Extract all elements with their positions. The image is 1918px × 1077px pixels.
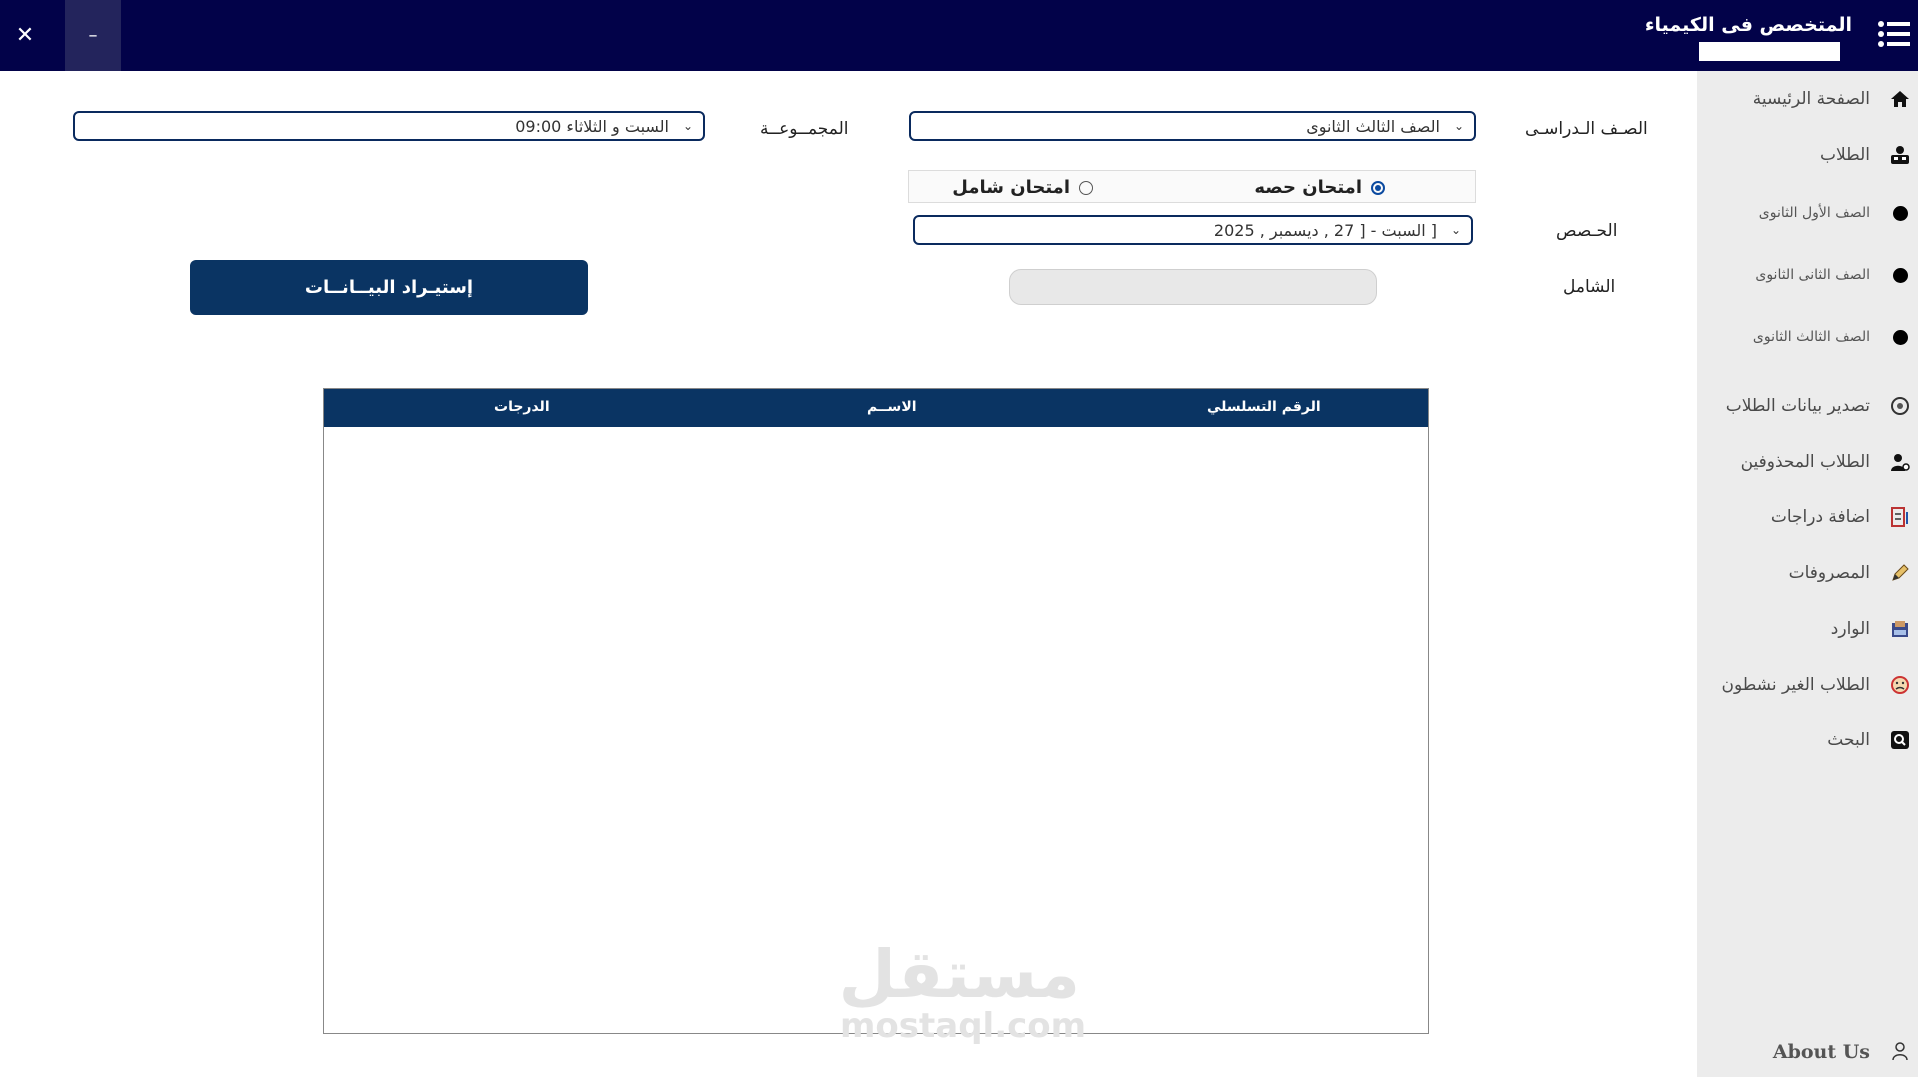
column-header-serial[interactable]: الرقم التسلسلي: [1207, 399, 1321, 415]
sidebar-item-expenses[interactable]: المصروفات: [1697, 553, 1918, 593]
sidebar-item-income[interactable]: الوارد: [1697, 609, 1918, 649]
bullet-icon: [1888, 201, 1912, 225]
sidebar-item-label: اضافة دراجات: [1770, 507, 1870, 527]
minimize-button[interactable]: –: [65, 0, 121, 71]
sidebar-item-home[interactable]: الصفحة الرئيسية: [1697, 79, 1918, 119]
menu-icon[interactable]: [1876, 16, 1912, 52]
sessions-label: الحـصص: [1556, 221, 1618, 241]
group-select[interactable]: ⌄ السبت و الثلاثاء 09:00: [73, 111, 705, 141]
sidebar-item-label: الصف الثانى الثانوى: [1755, 267, 1870, 283]
sidebar-item-label: تصدير بيانات الطلاب: [1725, 396, 1870, 416]
home-icon: [1888, 87, 1912, 111]
search-icon: [1888, 728, 1912, 752]
sidebar-item-label: البحث: [1827, 730, 1870, 750]
inbox-icon: [1888, 617, 1912, 641]
sidebar-item-export[interactable]: تصدير بيانات الطلاب: [1697, 386, 1918, 426]
sidebar-item-grade-3[interactable]: الصف الثالث الثانوى: [1697, 317, 1918, 357]
sidebar-item-label: الوارد: [1830, 619, 1870, 639]
chevron-down-icon: ⌄: [682, 119, 693, 133]
sessions-select-value: [ السبت - [ 27 , ديسمبر , 2025: [1213, 221, 1437, 240]
sidebar-item-grade-2[interactable]: الصف الثانى الثانوى: [1697, 255, 1918, 295]
sidebar-item-search[interactable]: البحث: [1697, 720, 1918, 760]
pencil-icon: [1888, 561, 1912, 585]
sidebar-item-label: About Us: [1772, 1041, 1870, 1063]
bullet-icon: [1888, 263, 1912, 287]
title-bar: ✕ – المتخصص فى الكيمياء: [0, 0, 1918, 71]
radio-selected-icon: [1371, 180, 1385, 195]
sidebar-item-students[interactable]: الطلاب: [1697, 135, 1918, 175]
group-select-value: السبت و الثلاثاء 09:00: [515, 117, 669, 136]
comprehensive-field[interactable]: [1009, 269, 1377, 305]
sidebar-item-label: الصفحة الرئيسية: [1752, 89, 1870, 109]
export-icon: [1888, 394, 1912, 418]
exam-type-group: امتحان حصه امتحان شامل: [908, 170, 1476, 203]
sidebar-item-add-grades[interactable]: اضافة دراجات: [1697, 497, 1918, 537]
exam-type-comprehensive-radio[interactable]: امتحان شامل: [952, 177, 1093, 198]
grade-label: الصـف الـدراسـى: [1525, 119, 1648, 139]
sidebar-item-grade-1[interactable]: الصف الأول الثانوى: [1697, 193, 1918, 233]
import-data-button[interactable]: إستيـراد البيــانــات: [190, 260, 588, 315]
inactive-icon: [1888, 673, 1912, 697]
comprehensive-label: الشامل: [1563, 277, 1616, 297]
radio-unselected-icon: [1079, 180, 1093, 195]
sidebar-item-about[interactable]: About Us: [1697, 1031, 1918, 1071]
grades-table[interactable]: الرقم التسلسلي الاســم الدرجات: [323, 388, 1429, 1034]
sidebar-item-label: الطلاب المحذوفين: [1740, 452, 1870, 472]
sidebar-item-label: الصف الثالث الثانوى: [1752, 329, 1870, 345]
sidebar-item-inactive-students[interactable]: الطلاب الغير نشطون: [1697, 665, 1918, 705]
sidebar-item-label: المصروفات: [1788, 563, 1870, 583]
deleted-user-icon: [1888, 450, 1912, 474]
sidebar: الصفحة الرئيسية الطلاب الصف الأول الثانو…: [1697, 71, 1918, 1077]
chevron-down-icon: ⌄: [1450, 223, 1461, 237]
add-grades-icon: [1888, 505, 1912, 529]
bullet-icon: [1888, 325, 1912, 349]
chevron-down-icon: ⌄: [1453, 119, 1464, 133]
column-header-name[interactable]: الاســم: [867, 399, 917, 415]
group-label: المجمــوعــة: [760, 119, 849, 139]
about-icon: [1888, 1039, 1912, 1063]
sidebar-item-label: الطلاب: [1820, 145, 1870, 165]
grade-select-value: الصف الثالث الثانوى: [1306, 117, 1440, 136]
radio-label: امتحان شامل: [952, 177, 1070, 198]
app-title: المتخصص فى الكيمياء: [1644, 14, 1852, 36]
header-field[interactable]: [1699, 42, 1840, 61]
sidebar-item-deleted-students[interactable]: الطلاب المحذوفين: [1697, 442, 1918, 482]
grade-select[interactable]: ⌄ الصف الثالث الثانوى: [909, 111, 1476, 141]
sessions-select[interactable]: ⌄ [ السبت - [ 27 , ديسمبر , 2025: [913, 215, 1473, 245]
column-header-grades[interactable]: الدرجات: [494, 399, 550, 415]
sidebar-item-label: الطلاب الغير نشطون: [1721, 675, 1870, 695]
exam-type-session-radio[interactable]: امتحان حصه: [1254, 177, 1385, 198]
sidebar-item-label: الصف الأول الثانوى: [1758, 205, 1870, 221]
close-icon[interactable]: ✕: [0, 0, 50, 71]
students-icon: [1888, 143, 1912, 167]
radio-label: امتحان حصه: [1254, 177, 1362, 198]
table-header: الرقم التسلسلي الاســم الدرجات: [324, 389, 1428, 427]
